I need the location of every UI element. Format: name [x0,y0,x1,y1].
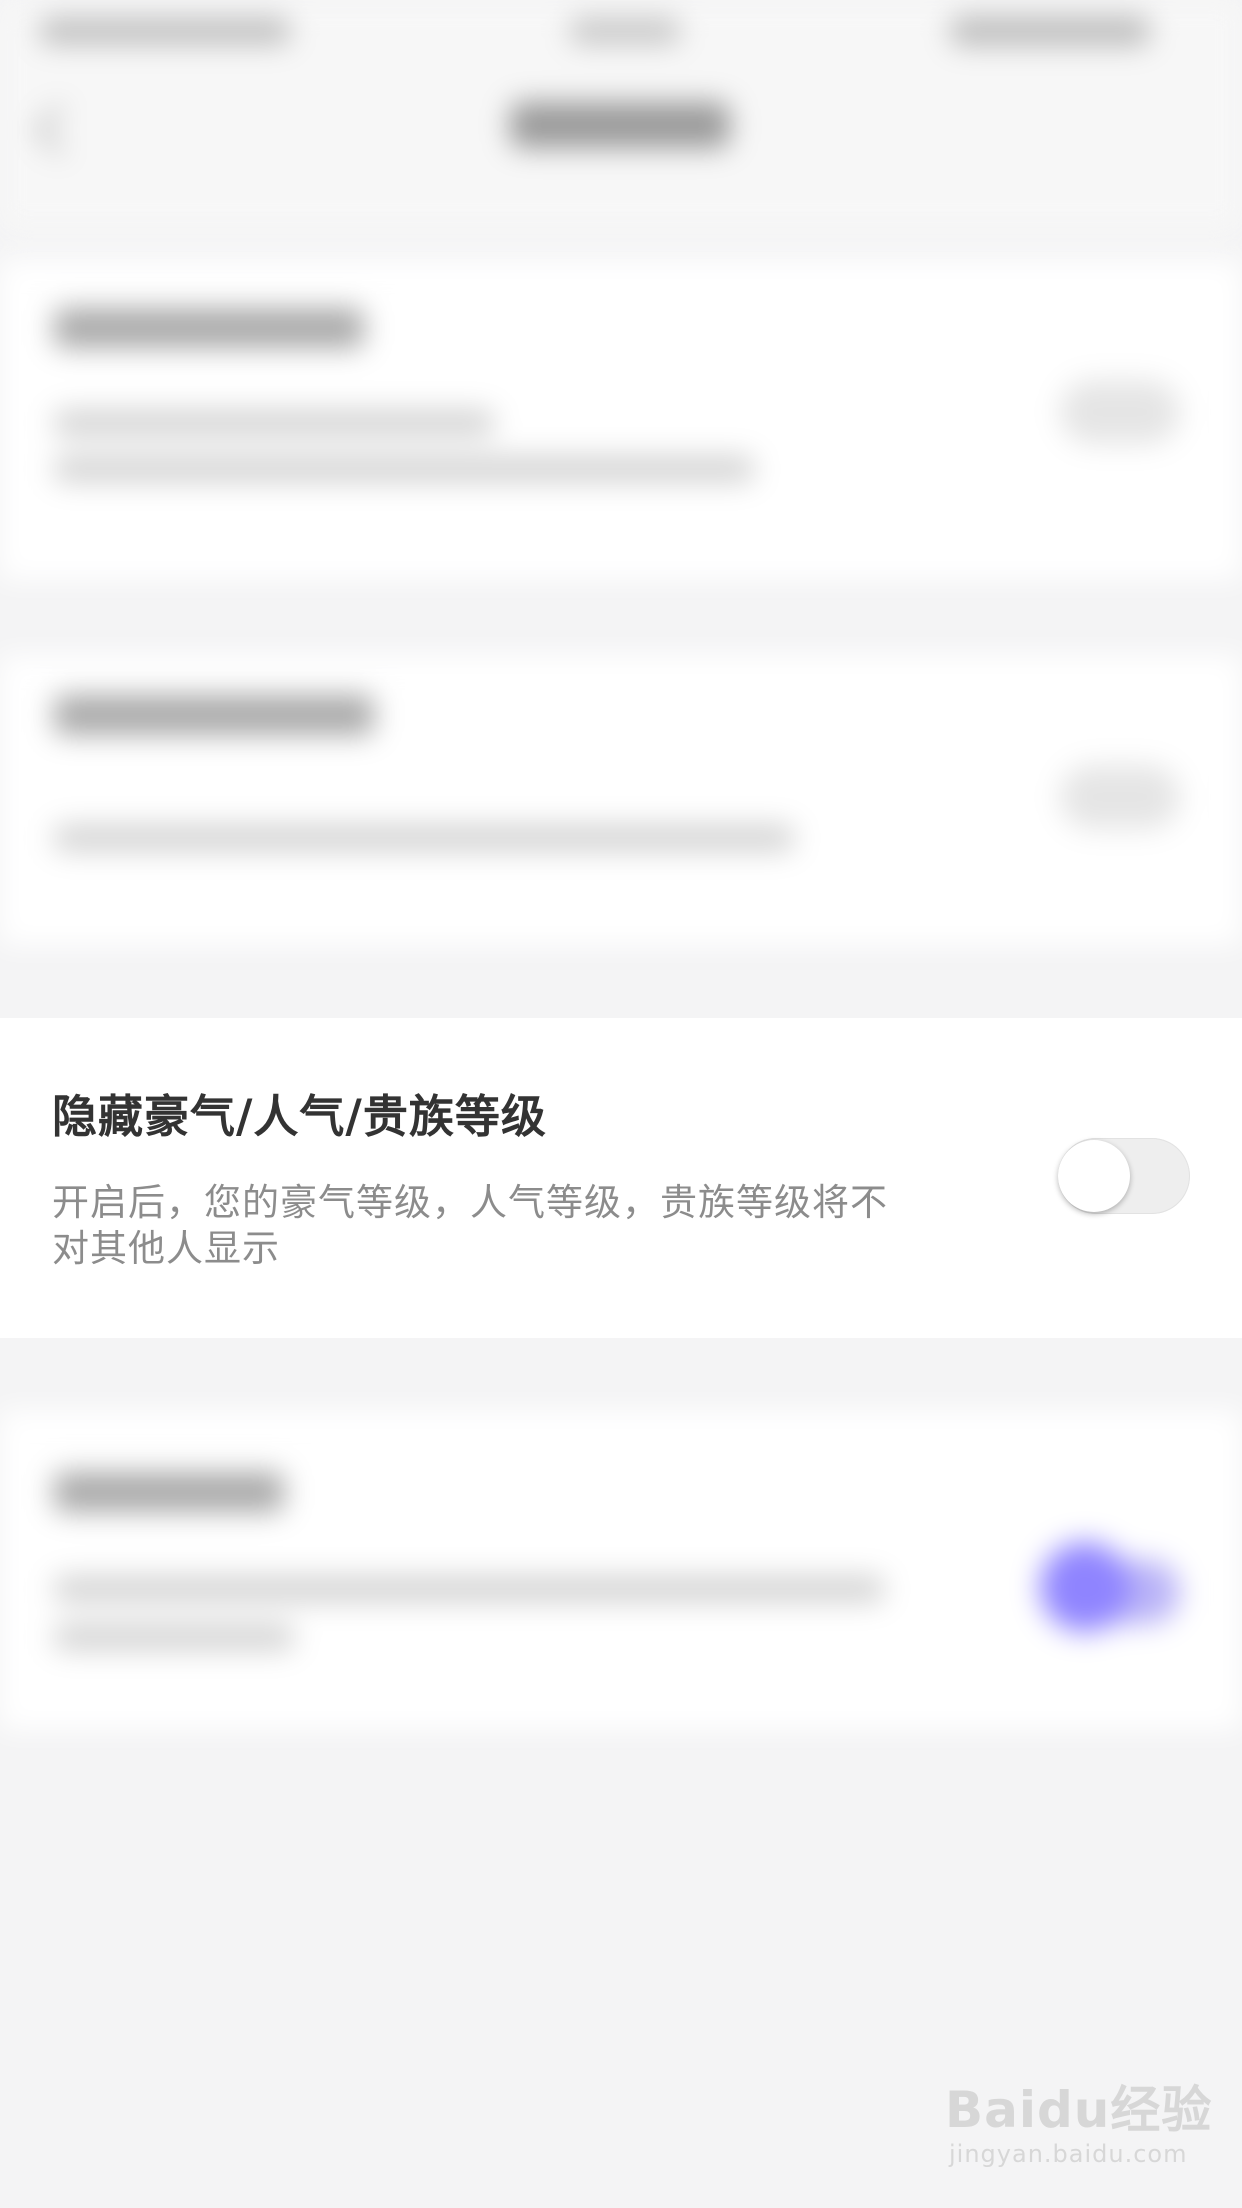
back-arrow-icon[interactable] [34,104,86,156]
setting-row-blurred-1 [0,260,1242,580]
status-bar [0,0,1242,60]
setting-row-title [54,1472,284,1512]
setting-description: 开启后，您的豪气等级，人气等级，贵族等级将不对其他人显示 [52,1181,888,1270]
watermark-url: jingyan.baidu.com [949,2140,1188,2168]
status-bar-carrier [40,18,290,44]
setting-row-blurred-2 [0,655,1242,945]
navigation-bar [0,60,1242,230]
status-bar-time [570,18,680,44]
setting-row-title [54,308,364,348]
baidu-jingyan-watermark: Baidu经验 jingyan.baidu.com [945,2070,1225,2190]
setting-toggle-blurred[interactable] [1060,765,1180,829]
setting-row-title [54,695,374,735]
hide-level-setting-card: 隐藏豪气/人气/贵族等级 开启后，您的豪气等级，人气等级，贵族等级将不对其他人显… [0,1018,1242,1338]
setting-row-blurred-3 [0,1410,1242,1730]
setting-row-line [54,456,754,482]
page-title [510,102,730,148]
watermark-logo: Baidu经验 [945,2081,1213,2139]
status-bar-battery-icon [950,16,1150,46]
setting-row-line [54,825,794,851]
setting-title: 隐藏豪气/人气/贵族等级 [52,1090,547,1143]
setting-row-line [54,410,494,436]
toggle-knob [1058,1140,1130,1212]
setting-row-line [54,1624,294,1650]
setting-row-line [54,1576,884,1602]
setting-toggle-blurred[interactable] [1060,380,1180,444]
hide-level-toggle[interactable] [1058,1138,1190,1214]
toggle-knob-on [1040,1542,1130,1632]
